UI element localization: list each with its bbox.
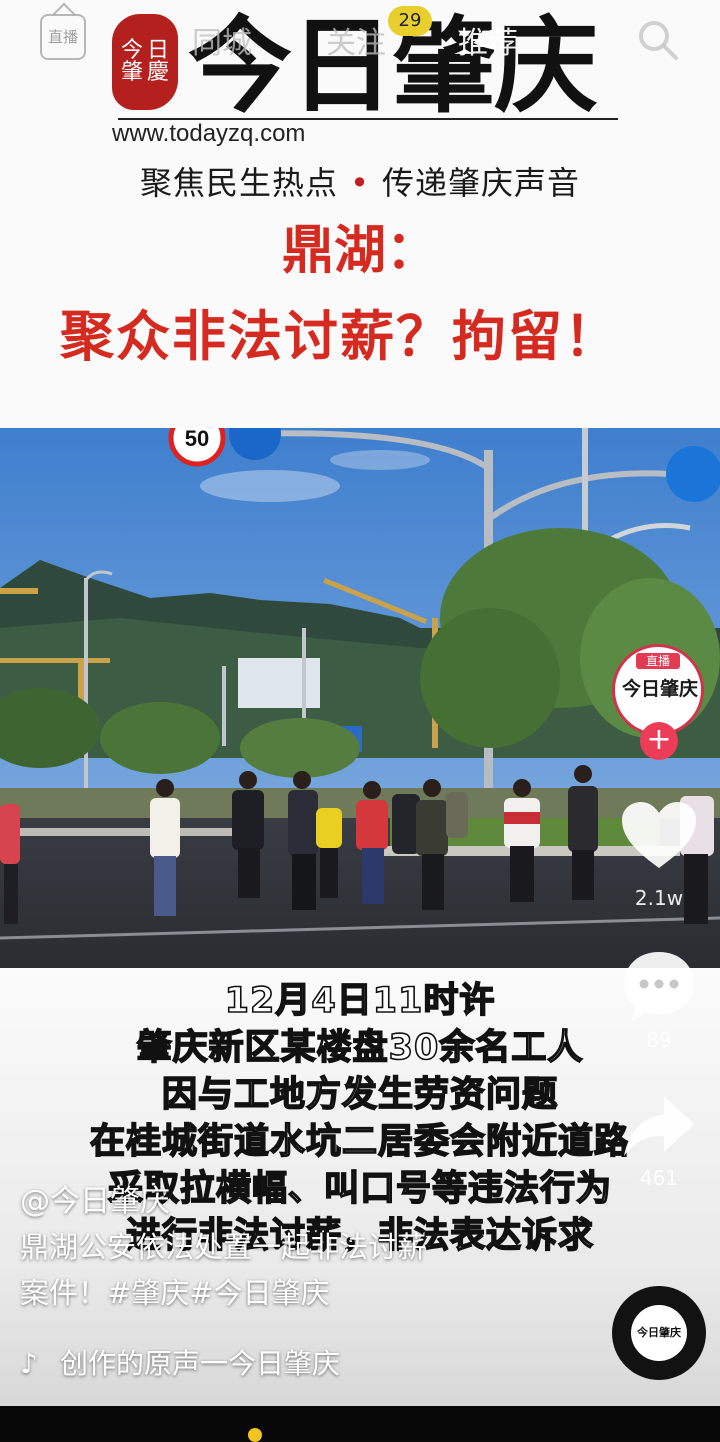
logo-url: www.todayzq.com bbox=[112, 120, 306, 147]
heart-icon[interactable] bbox=[620, 800, 698, 872]
top-navigation: 直播 同城 关注 29 推荐 bbox=[0, 0, 720, 80]
slogan-left: 聚焦民生热点 bbox=[140, 164, 339, 202]
tab-following[interactable]: 关注 bbox=[326, 18, 386, 62]
tab-recommend[interactable]: 推荐 bbox=[458, 18, 518, 62]
description-line[interactable]: 案件！#肇庆#今日肇庆 bbox=[20, 1270, 520, 1316]
share-count: 461 bbox=[639, 1166, 679, 1190]
speed-limit-sign: 50 bbox=[185, 428, 209, 451]
avatar-logo-text: 今日肇庆 bbox=[621, 678, 698, 700]
caption-line: 12月4日11时许 bbox=[224, 980, 496, 1022]
comment-icon[interactable] bbox=[620, 948, 698, 1026]
slogan: 聚焦民生热点 • 传递肇庆声音 bbox=[0, 158, 720, 204]
avatar-live-badge: 直播 bbox=[636, 653, 680, 669]
share-icon[interactable] bbox=[620, 1092, 698, 1162]
follow-button[interactable]: + bbox=[640, 722, 678, 760]
slogan-dot: • bbox=[350, 164, 370, 202]
tab-nearby[interactable]: 同城 bbox=[192, 18, 252, 62]
music-title: 创作的原声一今日肇庆 bbox=[60, 1347, 341, 1380]
headline-line1: 鼎湖： bbox=[281, 221, 438, 281]
music-disc-label: 今日肇庆 bbox=[631, 1305, 687, 1361]
caption-line: 肇庆新区某楼盘30余名工人 bbox=[136, 1027, 584, 1069]
caption-line: 因与工地方发生劳资问题 bbox=[161, 1074, 558, 1116]
search-icon[interactable] bbox=[634, 16, 682, 64]
slogan-right: 传递肇庆声音 bbox=[381, 164, 580, 202]
caption-line: 在桂城街道水坑二居委会附近道路 bbox=[89, 1121, 630, 1163]
description-line: 鼎湖公安依法处置一起非法讨薪 bbox=[20, 1230, 427, 1264]
bottom-bar bbox=[0, 1406, 720, 1440]
music-note-icon: ♪ bbox=[20, 1347, 38, 1380]
like-count: 2.1w bbox=[634, 886, 684, 910]
author-handle[interactable]: @今日肇庆 bbox=[20, 1176, 170, 1220]
video-description: 鼎湖公安依法处置一起非法讨薪 案件！#肇庆#今日肇庆 bbox=[20, 1224, 520, 1316]
music-info[interactable]: ♪ 创作的原声一今日肇庆 bbox=[20, 1342, 340, 1382]
comment-count: 89 bbox=[646, 1028, 672, 1052]
headline-line2: 聚众非法讨薪？拘留！ bbox=[60, 305, 620, 368]
live-icon[interactable]: 直播 bbox=[40, 14, 86, 60]
following-badge: 29 bbox=[388, 6, 432, 36]
